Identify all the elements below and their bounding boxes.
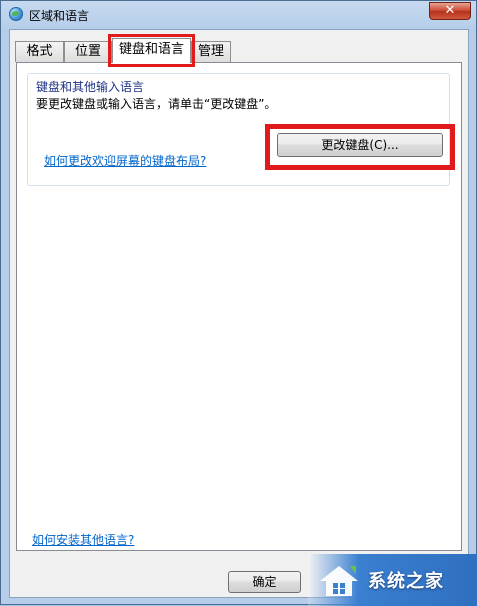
group-title: 键盘和其他输入语言 [36,80,145,94]
house-logo-icon [320,566,358,596]
tab-administrative[interactable]: 管理 [191,41,231,62]
watermark-banner: 系统之家 [308,554,477,606]
dialog-client-area: 格式 位置 键盘和语言 管理 键盘和其他输入语言 要更改键盘或输入语言，请单击“… [9,29,469,598]
change-keyboard-highlight: 更改键盘(C)... [265,124,455,170]
title-bar: 区域和语言 ✕ [1,1,477,29]
globe-icon [9,7,23,21]
group-description: 要更改键盘或输入语言，请单击“更改键盘”。 [36,97,277,111]
watermark-text: 系统之家 [368,571,444,592]
tab-location[interactable]: 位置 [64,41,112,62]
close-button[interactable]: ✕ [429,2,471,20]
tab-formats[interactable]: 格式 [15,41,64,62]
region-language-window: 区域和语言 ✕ 格式 位置 键盘和语言 管理 键盘和其他输入语言 要更改键盘或输… [0,0,477,606]
change-keyboard-button[interactable]: 更改键盘(C)... [277,133,443,157]
ok-button[interactable]: 确定 [228,571,301,593]
window-title: 区域和语言 [29,9,90,23]
tab-keyboards-languages[interactable]: 键盘和语言 [108,34,195,67]
install-languages-link[interactable]: 如何安装其他语言? [32,531,134,548]
welcome-screen-layout-link[interactable]: 如何更改欢迎屏幕的键盘布局? [44,152,206,169]
